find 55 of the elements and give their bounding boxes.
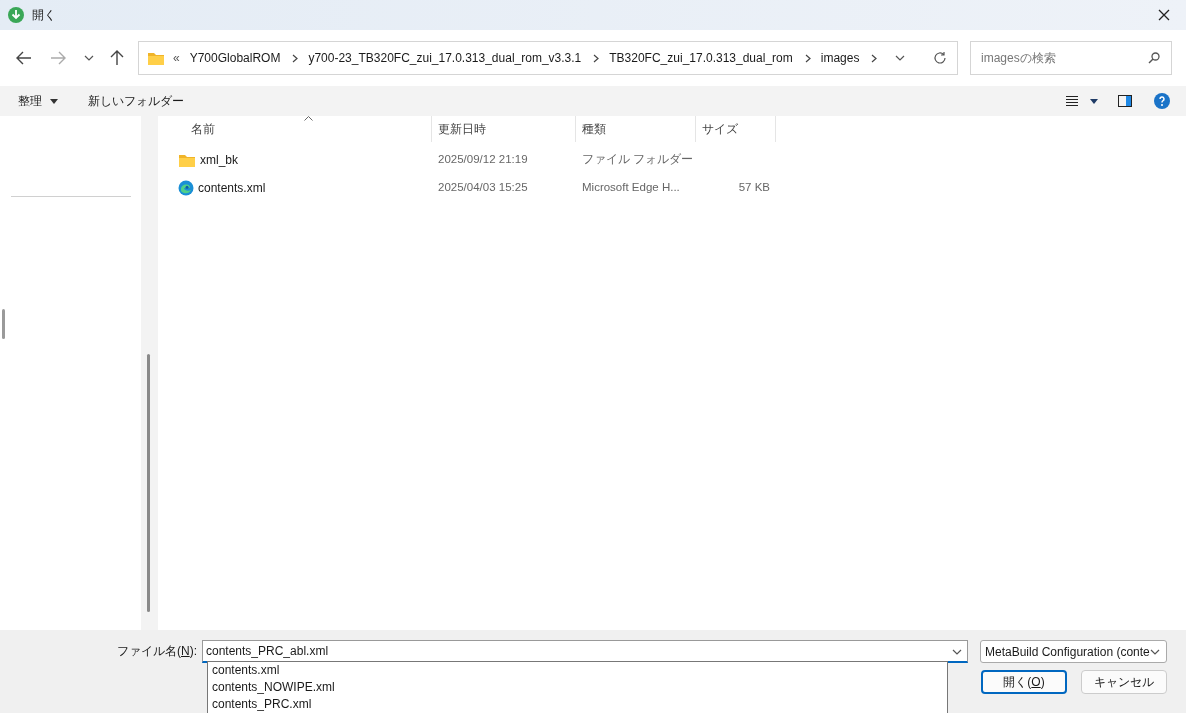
suggestion-item[interactable]: contents_NOWIPE.xml [212,679,947,696]
chevron-right-icon[interactable] [804,53,811,63]
chevron-down-icon[interactable] [952,649,962,655]
breadcrumb-item[interactable]: TB320FC_zui_17.0.313_dual_rom [609,49,793,67]
breadcrumb-item[interactable]: y700-23_TB320FC_zui_17.0.313_dual_rom_v3.3.1 [308,49,582,67]
file-name[interactable]: contents.xml [198,179,266,197]
file-name[interactable]: xml_bk [200,151,238,169]
breadcrumb-item[interactable]: images [820,49,860,67]
view-list-icon[interactable] [1066,96,1078,106]
column-header[interactable]: 名前 [158,116,432,142]
back-arrow-icon[interactable] [16,51,32,65]
file-type-dropdown[interactable]: MetaBuild Configuration (conte [980,640,1167,663]
scrollbar-thumb[interactable] [147,354,150,612]
search-field[interactable]: imagesの検索 [970,41,1172,75]
new-folder-button[interactable]: 新しいフォルダー [88,92,184,110]
modified-date: 2025/04/03 15:25 [438,181,528,194]
chevron-right-icon[interactable] [871,53,878,63]
open-button[interactable]: 開く(O) [981,670,1067,694]
search-icon [1148,52,1160,64]
file-type: ファイル フォルダー [582,153,694,166]
column-header[interactable]: サイズ [696,116,776,142]
refresh-icon[interactable] [933,51,947,65]
suggestion-item[interactable]: contents.xml [212,662,947,679]
chevron-down-icon[interactable] [84,55,94,61]
caret-icon[interactable] [1090,98,1098,104]
close-icon[interactable] [1158,9,1170,21]
filename-label: ファイル名(N): [117,643,197,660]
chevron-right-icon[interactable] [292,53,299,63]
column-header[interactable]: 種類 [576,116,696,142]
address-bar[interactable]: « Y700GlobalROM y700-23_TB320FC_zui_17.0.313_dual_rom_v3.3.1 TB320FC_zui_17.0.313_dual_rom images [138,41,958,75]
help-icon[interactable] [1154,93,1170,109]
window-title: 開く [32,7,56,24]
breadcrumb-item[interactable]: Y700GlobalROM [189,49,281,67]
folder-icon [147,50,165,66]
filename-field[interactable]: contents_PRC_abl.xml [202,640,968,663]
caret-icon [50,98,58,104]
column-header[interactable]: 更新日時 [432,116,576,142]
cancel-button[interactable]: キャンセル [1081,670,1167,694]
chevron-down-icon[interactable] [895,55,905,61]
up-arrow-icon[interactable] [110,50,124,66]
folder-icon [178,152,196,168]
preview-pane-icon[interactable] [1118,95,1132,107]
organize-button[interactable]: 整理 [18,92,58,110]
sort-ascending-icon [304,116,313,121]
file-row[interactable]: xml_bk 2025/09/12 21:19 ファイル フォルダー [158,146,1186,174]
download-icon [8,7,24,23]
suggestion-item[interactable]: contents_PRC.xml [212,696,947,713]
file-size: 57 KB [738,181,770,194]
edge-icon [178,180,194,196]
modified-date: 2025/09/12 21:19 [438,153,528,166]
file-row[interactable]: contents.xml 2025/04/03 15:25 Microsoft Edge H... 57 KB [158,174,1186,202]
file-type: Microsoft Edge H... [582,181,680,194]
overflow-chevron[interactable]: « [173,49,180,67]
chevron-right-icon[interactable] [593,53,600,63]
chevron-down-icon [1150,648,1160,655]
